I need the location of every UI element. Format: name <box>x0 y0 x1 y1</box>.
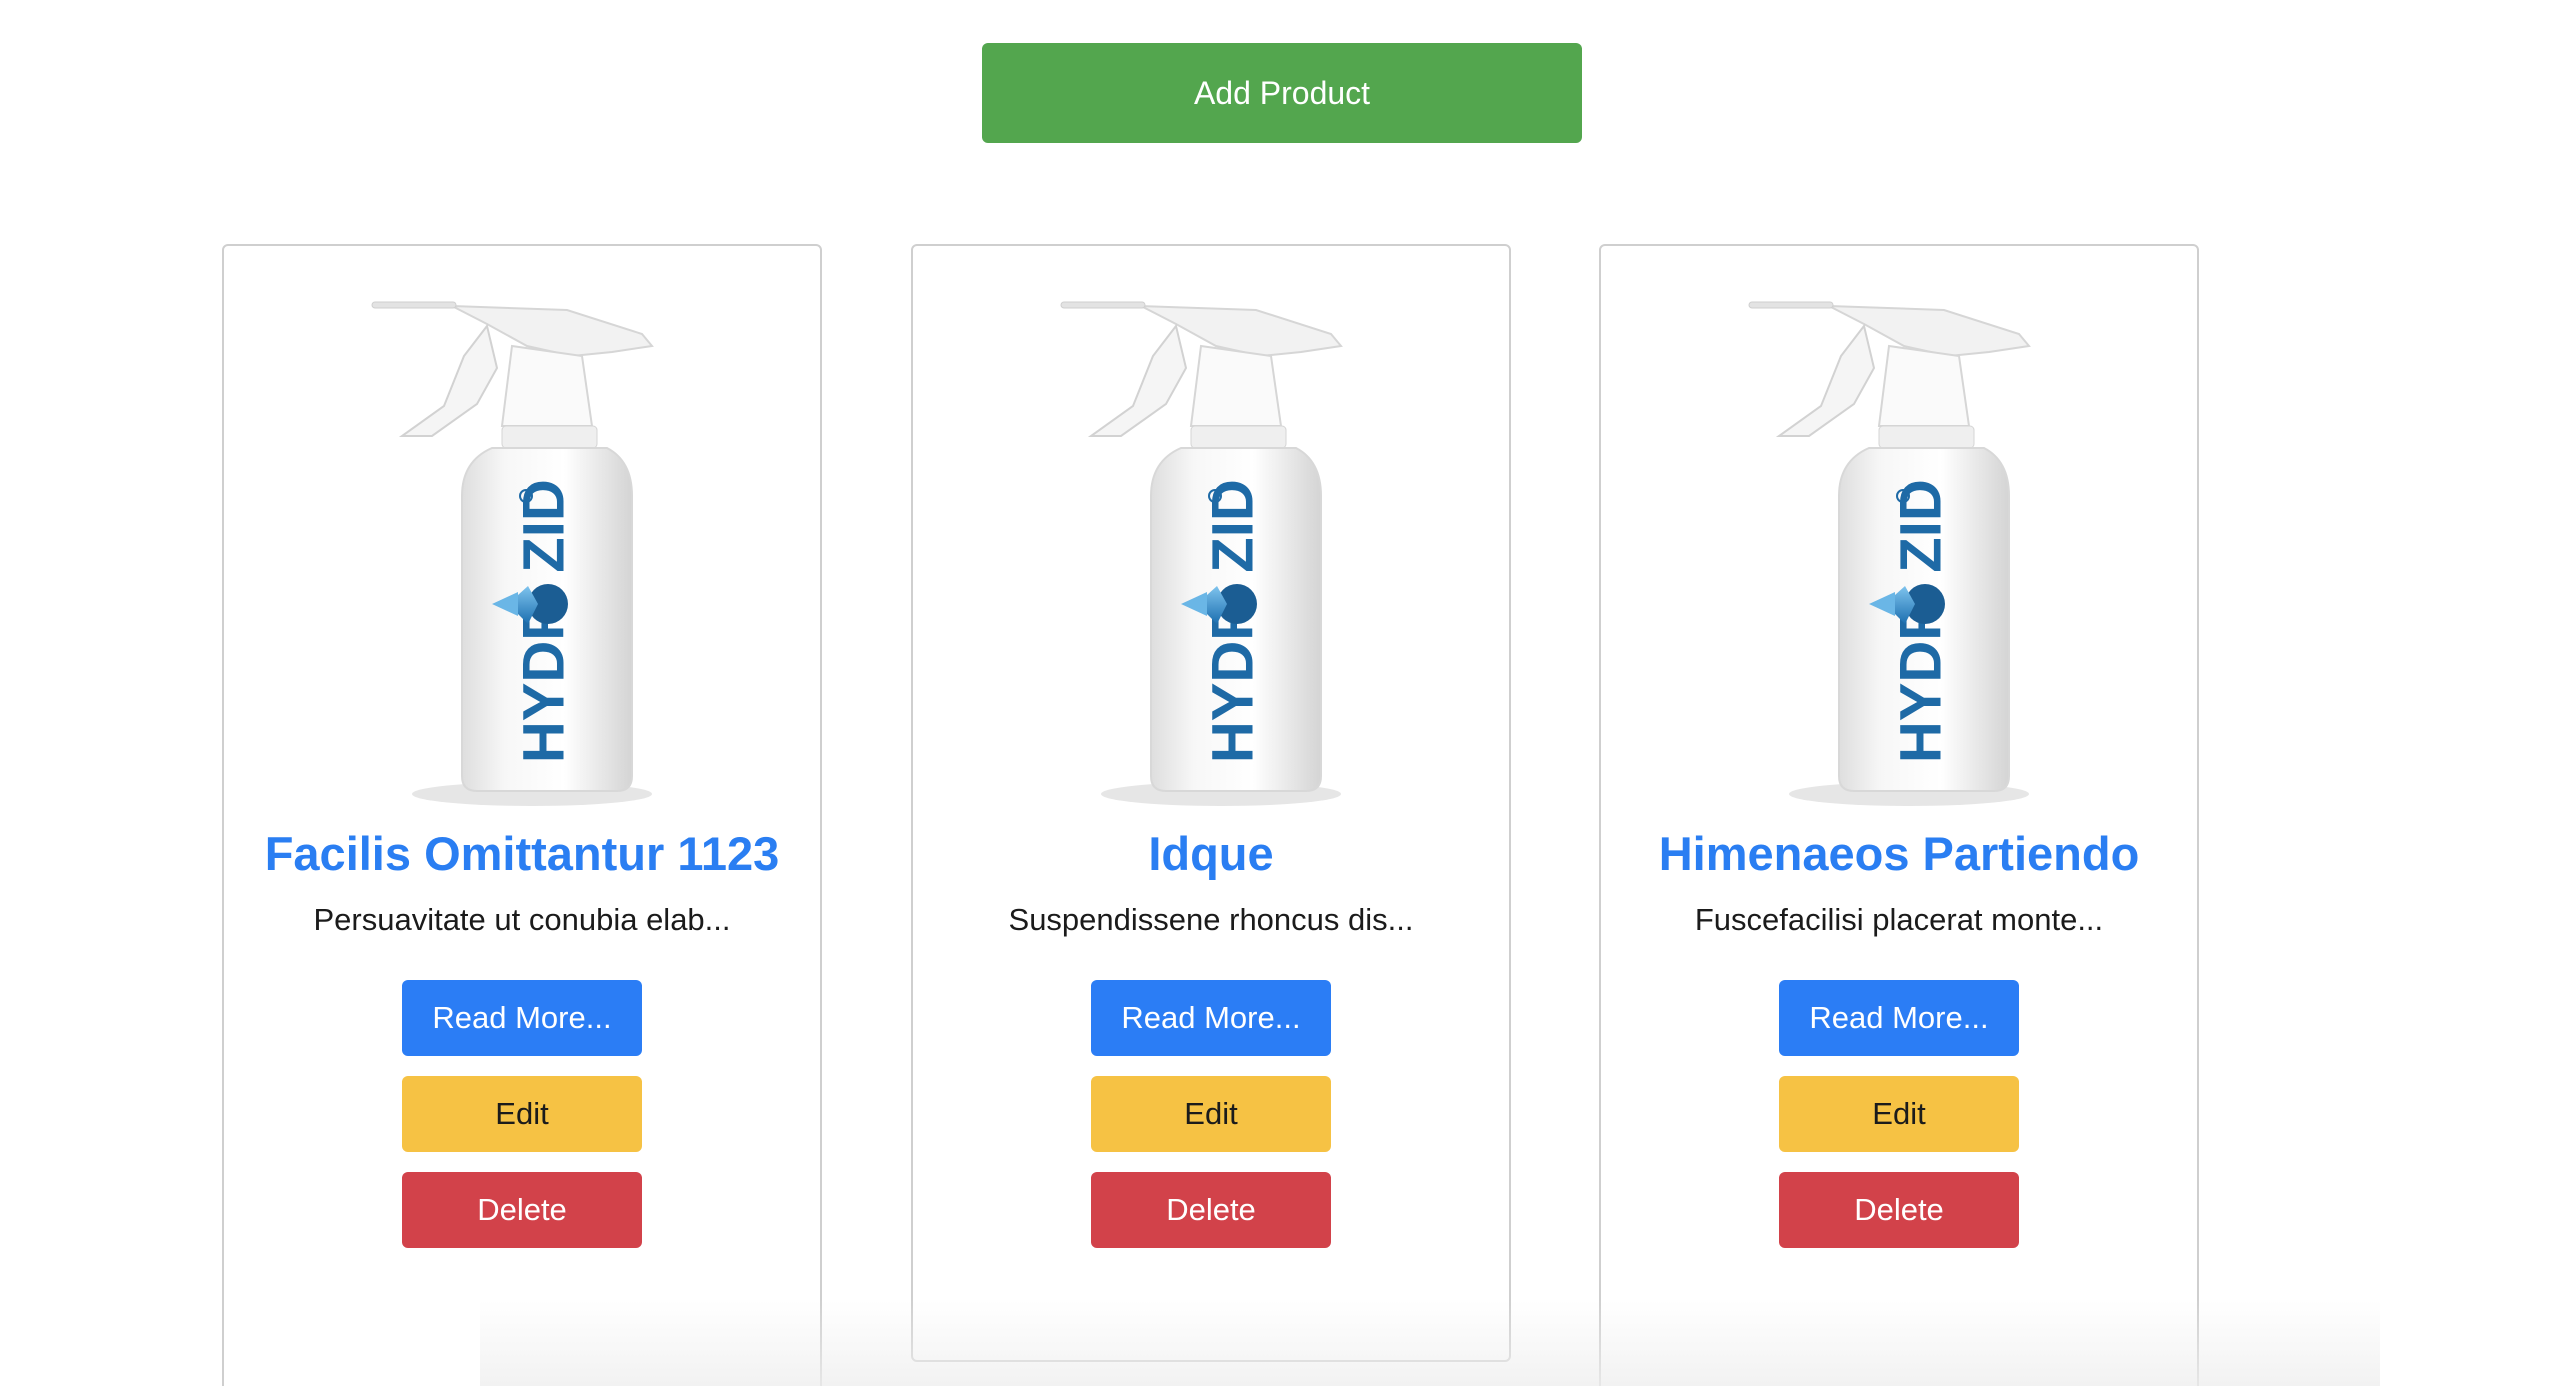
product-description: Fuscefacilisi placerat monte... <box>1694 902 2104 937</box>
page: Add Product HYDR ZID Facilis Omittantur … <box>0 0 2558 1386</box>
product-card: HYDR ZID Himenaeos Partiendo Fuscefacili… <box>1599 244 2199 1386</box>
product-title: Facilis Omittantur 1123 <box>264 827 780 880</box>
read-more-button[interactable]: Read More... <box>1779 980 2019 1056</box>
edit-button[interactable]: Edit <box>1779 1076 2019 1152</box>
product-card: HYDR ZID Facilis Omittantur 1123 Persuav… <box>222 244 822 1386</box>
product-description: Suspendissene rhoncus dis... <box>1008 902 1414 937</box>
product-title: Idque <box>1148 827 1274 880</box>
delete-button[interactable]: Delete <box>1779 1172 2019 1248</box>
edit-button[interactable]: Edit <box>1091 1076 1331 1152</box>
product-image: HYDR ZID <box>371 301 654 806</box>
read-more-button[interactable]: Read More... <box>402 980 642 1056</box>
delete-button[interactable]: Delete <box>402 1172 642 1248</box>
product-card: HYDR ZID Idque Suspendissene rhoncus dis… <box>911 244 1511 1362</box>
product-image: HYDR ZID <box>1748 301 2031 806</box>
product-title: Himenaeos Partiendo <box>1658 827 2140 880</box>
read-more-button[interactable]: Read More... <box>1091 980 1331 1056</box>
edit-button[interactable]: Edit <box>402 1076 642 1152</box>
product-image: HYDR ZID <box>1060 301 1343 806</box>
product-description: Persuavitate ut conubia elab... <box>313 902 731 937</box>
delete-button[interactable]: Delete <box>1091 1172 1331 1248</box>
add-product-button[interactable]: Add Product <box>982 43 1582 143</box>
